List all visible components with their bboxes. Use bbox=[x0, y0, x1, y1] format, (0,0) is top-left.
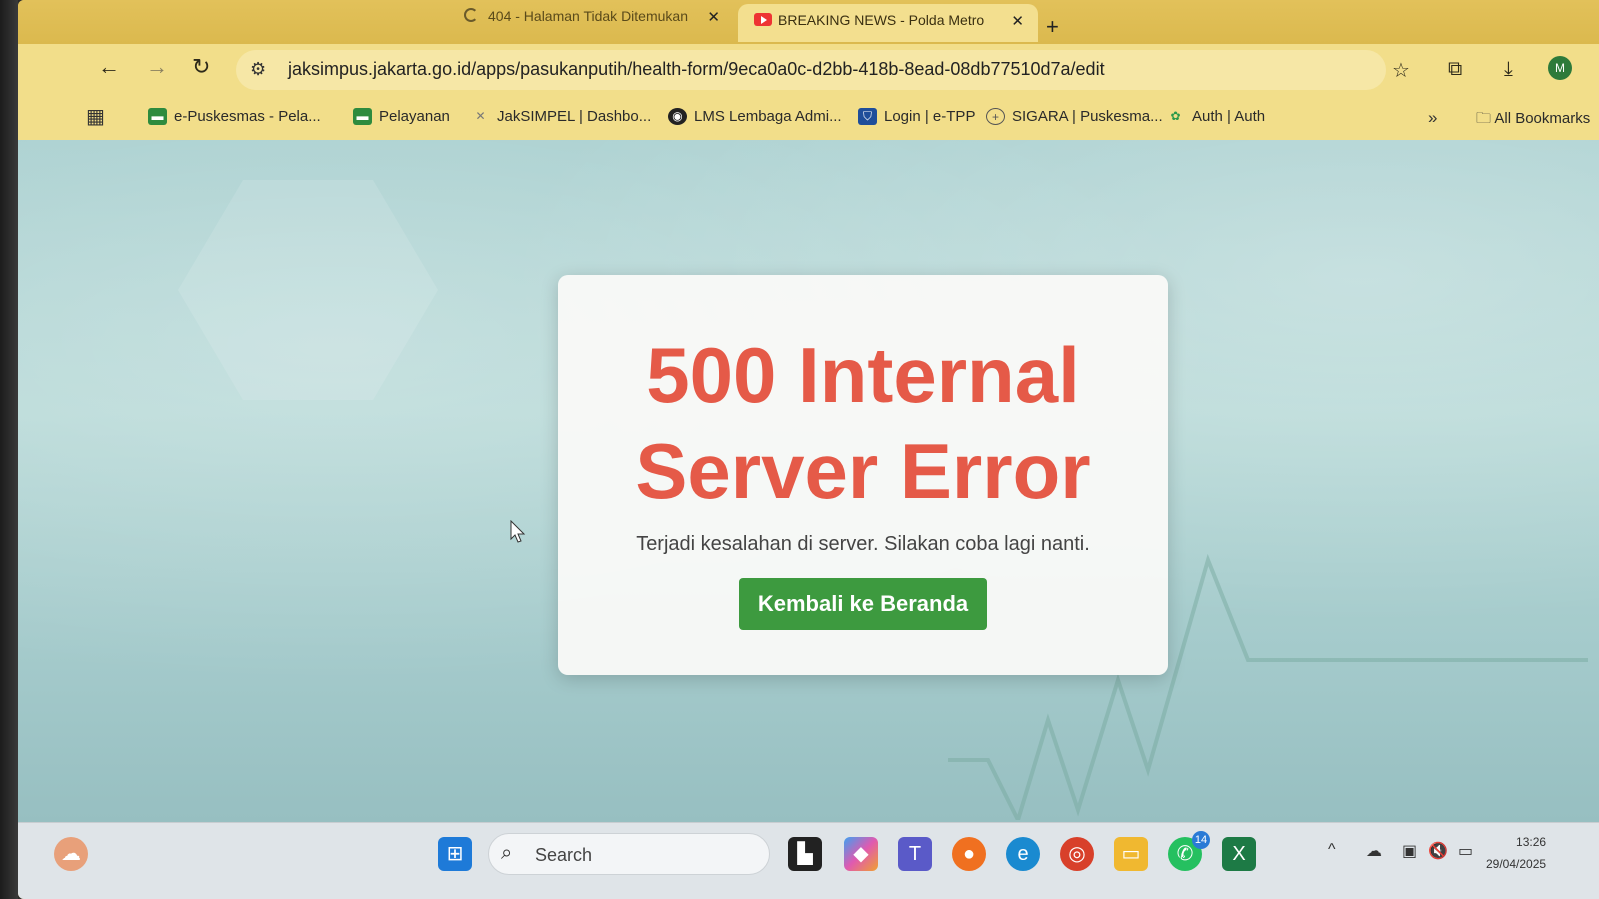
error-card: 500 Internal Server Error Terjadi kesala… bbox=[558, 275, 1168, 675]
epuskesmas-icon: ▬ bbox=[353, 108, 372, 125]
bookmark-label: Auth | Auth bbox=[1192, 108, 1266, 125]
excel-icon[interactable]: X bbox=[1222, 837, 1256, 871]
back-to-home-button[interactable]: Kembali ke Beranda bbox=[739, 578, 987, 630]
bookmark-epuskesmas[interactable]: ▬ e-Puskesmas - Pela... bbox=[148, 108, 321, 125]
apps-grid-icon[interactable]: ▦ bbox=[86, 104, 105, 129]
search-icon: ⌕ bbox=[501, 842, 513, 864]
whatsapp-icon[interactable]: ✆ 14 bbox=[1168, 831, 1210, 871]
system-clock[interactable]: 13:26 29/04/2025 bbox=[1486, 831, 1546, 875]
back-arrow-icon[interactable]: ← bbox=[98, 54, 120, 80]
tab-not-found[interactable]: 404 - Halaman Tidak Ditemukan ✕ bbox=[448, 0, 734, 38]
bookmark-jaksimpel[interactable]: ✕ JakSIMPEL | Dashbo... bbox=[471, 108, 651, 125]
error-title-line2: Server Error bbox=[635, 427, 1091, 515]
error-message: Terjadi kesalahan di server. Silakan cob… bbox=[636, 533, 1090, 555]
bookmark-star-icon[interactable]: ☆ bbox=[1392, 58, 1410, 83]
tab-label: 404 - Halaman Tidak Ditemukan bbox=[488, 8, 688, 24]
tab-label: BREAKING NEWS - Polda Metro bbox=[778, 12, 985, 28]
notification-badge: 14 bbox=[1192, 831, 1210, 849]
auth-icon: ✿ bbox=[1170, 109, 1181, 123]
chrome-icon[interactable]: ◎ bbox=[1060, 837, 1094, 871]
close-icon[interactable]: ✕ bbox=[1011, 12, 1024, 30]
search-input[interactable]: Search bbox=[535, 845, 592, 866]
network-icon[interactable]: ▣ bbox=[1402, 841, 1417, 861]
bookmark-etpp[interactable]: ⛉ Login | e-TPP bbox=[858, 108, 975, 125]
weather-icon[interactable]: ☁ bbox=[54, 837, 88, 871]
epuskesmas-icon: ▬ bbox=[148, 108, 167, 125]
address-bar[interactable]: ⚙ jaksimpus.jakarta.go.id/apps/pasukanpu… bbox=[236, 50, 1386, 90]
bookmark-label: JakSIMPEL | Dashbo... bbox=[497, 108, 652, 125]
screen: 404 - Halaman Tidak Ditemukan ✕ BREAKING… bbox=[18, 0, 1599, 899]
edge-icon[interactable]: e bbox=[1006, 837, 1040, 871]
bookmarks-bar: ▦ ▬ e-Puskesmas - Pela... ▬ Pelayanan ✕ … bbox=[18, 96, 1599, 140]
copilot-icon[interactable]: ◆ bbox=[844, 837, 878, 871]
bookmark-label: Login | e-TPP bbox=[884, 108, 976, 125]
close-icon[interactable]: ✕ bbox=[707, 8, 720, 26]
bookmark-label: LMS Lembaga Admi... bbox=[694, 108, 842, 125]
volume-muted-icon[interactable]: 🔇 bbox=[1428, 841, 1448, 861]
sigara-icon: + bbox=[986, 108, 1005, 125]
bookmark-sigara[interactable]: + SIGARA | Puskesma... bbox=[986, 108, 1163, 125]
teams-icon[interactable]: T bbox=[898, 837, 932, 871]
folder-icon: 🗀 bbox=[1476, 110, 1492, 127]
battery-icon[interactable]: ▭ bbox=[1458, 841, 1473, 861]
url-text[interactable]: jaksimpus.jakarta.go.id/apps/pasukanputi… bbox=[288, 59, 1105, 80]
reload-icon[interactable]: ↻ bbox=[192, 54, 210, 80]
background-hexagon bbox=[178, 180, 438, 400]
youtube-icon bbox=[754, 13, 772, 26]
loading-icon bbox=[464, 8, 478, 22]
more-bookmarks-icon[interactable]: » bbox=[1428, 108, 1437, 128]
shield-icon: ⛉ bbox=[858, 108, 877, 125]
file-explorer-icon[interactable]: ▭ bbox=[1114, 837, 1148, 871]
taskbar: ☁ ⊞ ⌕ Search ▙ ◆ T ● e ◎ ▭ ✆ 14 X ^ ☁ ▣ … bbox=[18, 822, 1599, 899]
task-view-icon[interactable]: ▙ bbox=[788, 837, 822, 871]
mouse-cursor-icon bbox=[510, 520, 526, 543]
tab-breaking-news[interactable]: BREAKING NEWS - Polda Metro ✕ bbox=[738, 4, 1038, 42]
bookmark-pelayanan[interactable]: ▬ Pelayanan bbox=[353, 108, 450, 125]
forward-arrow-icon[interactable]: → bbox=[146, 54, 168, 80]
bookmark-label: e-Puskesmas - Pela... bbox=[174, 108, 321, 125]
globe-icon: ◉ bbox=[668, 108, 687, 125]
extensions-icon[interactable]: ⧉ bbox=[1448, 58, 1462, 81]
bookmark-auth[interactable]: ✿ Auth | Auth bbox=[1166, 108, 1265, 125]
tab-bar: 404 - Halaman Tidak Ditemukan ✕ BREAKING… bbox=[18, 0, 1599, 63]
clock-date: 29/04/2025 bbox=[1486, 857, 1547, 871]
all-bookmarks-label: All Bookmarks bbox=[1494, 110, 1591, 127]
new-tab-button[interactable]: + bbox=[1046, 14, 1059, 40]
download-icon[interactable]: ⤓ bbox=[1504, 58, 1513, 81]
taskbar-search[interactable]: ⌕ Search bbox=[488, 833, 770, 875]
bookmark-label: SIGARA | Puskesma... bbox=[1012, 108, 1163, 125]
jaksimpel-icon: ✕ bbox=[475, 109, 486, 123]
laptop-bezel bbox=[0, 0, 18, 899]
windows-start-icon[interactable]: ⊞ bbox=[438, 837, 472, 871]
error-title: 500 Internal Server Error bbox=[558, 327, 1168, 519]
all-bookmarks[interactable]: 🗀 All Bookmarks bbox=[1476, 108, 1590, 133]
firefox-icon[interactable]: ● bbox=[952, 837, 986, 871]
site-settings-icon[interactable]: ⚙ bbox=[250, 59, 266, 80]
clock-time: 13:26 bbox=[1516, 835, 1547, 849]
page-content: 500 Internal Server Error Terjadi kesala… bbox=[18, 140, 1599, 822]
chevron-up-icon[interactable]: ^ bbox=[1328, 841, 1336, 859]
bookmark-label: Pelayanan bbox=[379, 108, 450, 125]
bookmark-lms[interactable]: ◉ LMS Lembaga Admi... bbox=[668, 108, 842, 125]
onedrive-icon[interactable]: ☁ bbox=[1366, 841, 1382, 861]
profile-avatar[interactable]: M bbox=[1548, 56, 1572, 80]
browser-toolbar: ← → ↻ ⚙ jaksimpus.jakarta.go.id/apps/pas… bbox=[18, 44, 1599, 96]
error-title-line1: 500 Internal bbox=[646, 331, 1080, 419]
